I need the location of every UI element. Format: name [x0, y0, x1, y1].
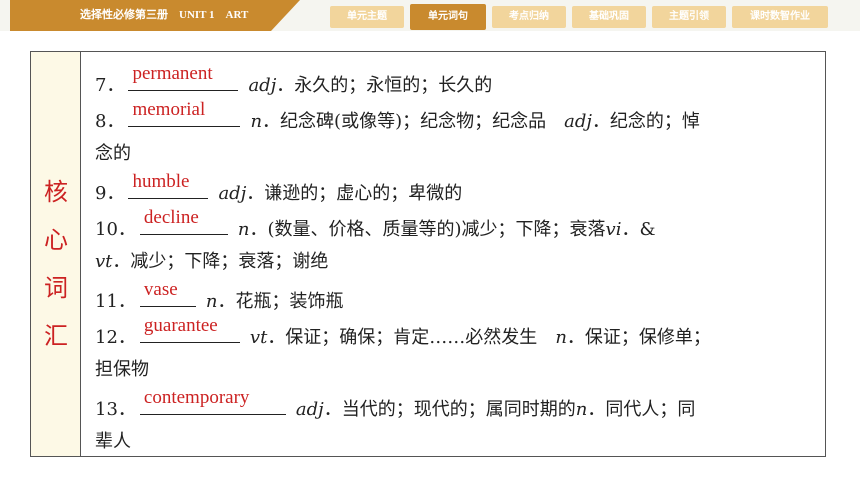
definition: ．永久的；永恒的；长久的 [276, 75, 493, 96]
side-char: 心 [44, 226, 68, 254]
vocab-entry: 11． vase n．花瓶；装饰瓶 [95, 279, 344, 316]
tab-homework[interactable]: 课时数智作业 [732, 6, 828, 28]
definition: ．当代的；现代的；属同时期的 [323, 399, 576, 420]
vocab-box: 核 心 词 汇 7． permanent adj．永久的；永恒的；长久的 8． mem… [30, 51, 826, 457]
header-title: 选择性必修第三册 UNIT 1 ART [80, 9, 249, 21]
answer-text: vase [143, 279, 178, 300]
tab-basic-practice[interactable]: 基础巩固 [572, 6, 646, 28]
definition: ．纪念的；悼 [591, 111, 700, 132]
answer-blank: contemporary [139, 387, 286, 415]
header-title-banner: 选择性必修第三册 UNIT 1 ART [10, 0, 300, 31]
side-char: 核 [44, 178, 68, 206]
answer-text: permanent [132, 63, 213, 84]
vocab-entry-continued: 辈人 [95, 428, 131, 456]
vocab-entry-continued: 念的 [95, 140, 131, 168]
answer-blank: guarantee [139, 315, 240, 343]
entry-number: 13． [95, 399, 136, 420]
part-of-speech: adj [564, 111, 592, 132]
definition: ．纪念碑(或像等)；纪念物；纪念品 [262, 111, 565, 132]
definition: ．减少；下降；衰落；谢绝 [112, 251, 329, 272]
part-of-speech: adj [218, 183, 247, 204]
answer-blank: vase [139, 279, 196, 307]
answer-blank: memorial [128, 99, 241, 127]
definition: ．同代人；同 [587, 399, 696, 420]
answer-text: humble [132, 171, 190, 192]
definition: ．保证；保修单； [566, 327, 711, 348]
part-of-speech: n [205, 291, 218, 312]
part-of-speech: n [250, 111, 263, 132]
answer-text: guarantee [143, 315, 218, 336]
answer-text: decline [143, 207, 199, 228]
part-of-speech: n [575, 399, 588, 420]
part-of-speech: n [237, 219, 250, 240]
definition: ．花瓶；装饰瓶 [217, 291, 344, 312]
entry-number: 8． [95, 111, 125, 132]
vocab-entry-continued: vt．减少；下降；衰落；谢绝 [95, 248, 328, 276]
answer-blank: permanent [128, 63, 239, 91]
vocab-entry: 12． guarantee vt．保证；确保；肯定……必然发生 n．保证；保修单； [95, 315, 711, 352]
entry-number: 9． [95, 183, 125, 204]
vocab-entry: 13． contemporary adj．当代的；现代的；属同时期的n．同代人；同 [95, 387, 696, 424]
entry-number: 7． [95, 75, 125, 96]
definition: 念的 [95, 143, 131, 164]
answer-blank: decline [139, 207, 228, 235]
answer-blank: humble [128, 171, 209, 199]
definition: ．& [621, 219, 656, 240]
part-of-speech: n [555, 327, 567, 348]
entry-number: 10． [95, 219, 136, 240]
side-char: 汇 [44, 322, 68, 350]
part-of-speech: vt [95, 251, 113, 272]
part-of-speech: adj [248, 75, 277, 96]
answer-text: memorial [132, 99, 206, 120]
tab-unit-words[interactable]: 单元词句 [410, 4, 486, 30]
tab-unit-theme[interactable]: 单元主题 [330, 6, 404, 28]
answer-text: contemporary [143, 387, 250, 408]
side-label-column: 核 心 词 汇 [31, 52, 81, 456]
definition: ．保证；确保；肯定……必然发生 [267, 327, 556, 348]
entry-number: 12． [95, 327, 136, 348]
vocab-entry: 8． memorial n．纪念碑(或像等)；纪念物；纪念品 adj．纪念的；悼 [95, 99, 700, 136]
vocab-entry-continued: 担保物 [95, 356, 149, 384]
tab-key-points[interactable]: 考点归纳 [492, 6, 566, 28]
definition: ．谦逊的；虚心的；卑微的 [246, 183, 463, 204]
definition: ．(数量、价格、质量等的)减少；下降；衰落 [249, 219, 606, 240]
tab-theme-guide[interactable]: 主题引领 [652, 6, 726, 28]
part-of-speech: vi [605, 219, 622, 240]
part-of-speech: vt [249, 327, 268, 348]
vocab-entry: 10． decline n．(数量、价格、质量等的)减少；下降；衰落vi．& [95, 207, 656, 244]
side-char: 词 [44, 274, 68, 302]
part-of-speech: adj [295, 399, 324, 420]
definition: 辈人 [95, 431, 131, 452]
entry-number: 11． [95, 291, 136, 312]
definition: 担保物 [95, 359, 149, 380]
